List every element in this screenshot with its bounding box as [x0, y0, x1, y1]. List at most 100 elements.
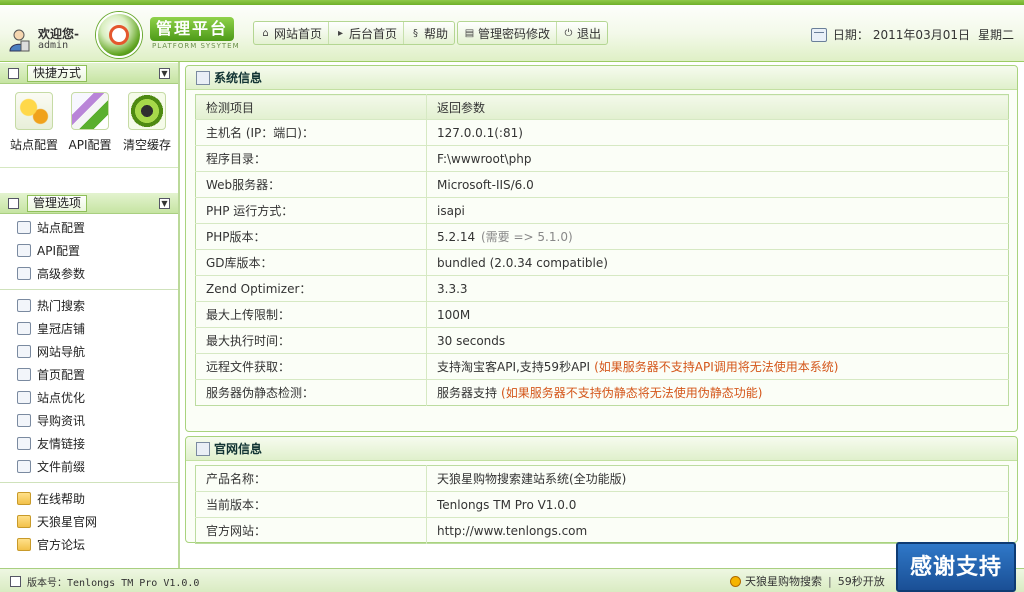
page-icon: [17, 414, 31, 427]
nav-label: 退出: [577, 26, 602, 41]
page-icon: [17, 345, 31, 358]
sidebar-item-seo[interactable]: 站点优化: [0, 386, 178, 409]
item-key: 主机名 (IP：端口)：: [195, 119, 427, 146]
sidebar-item-file-prefix[interactable]: 文件前缀: [0, 455, 178, 478]
sidebar-item-label: 网站导航: [37, 345, 86, 359]
item-value: F:\wwwroot\php: [426, 145, 1009, 172]
page-icon: [17, 391, 31, 404]
sidebar-item-online-help[interactable]: 在线帮助: [0, 487, 178, 510]
column-header: 返回参数: [426, 94, 1009, 120]
sidebar-item-advanced-params[interactable]: 高级参数: [0, 262, 178, 285]
sidebar-item-friend-links[interactable]: 友情链接: [0, 432, 178, 455]
item-value: 3.3.3: [426, 275, 1009, 302]
item-value: bundled (2.0.34 compatible): [426, 249, 1009, 276]
user-icon: [9, 29, 30, 52]
manage-options-header[interactable]: 管理选项 ▼: [0, 192, 178, 214]
nav-help-button[interactable]: § 帮助: [404, 22, 454, 44]
smiley-icon: [730, 575, 741, 587]
system-info-header: 系统信息: [186, 66, 1017, 90]
sidebar-item-label: 站点优化: [37, 391, 86, 405]
item-key: 产品名称：: [195, 465, 427, 492]
welcome-block: 欢迎您- admin: [8, 22, 98, 56]
table-row: GD库版本： bundled (2.0.34 compatible): [195, 249, 1009, 276]
shortcut-api-config[interactable]: API配置: [63, 92, 117, 153]
sidebar-item-label: 官方论坛: [37, 538, 86, 552]
sidebar-item-crown-shops[interactable]: 皇冠店铺: [0, 317, 178, 340]
collapse-icon[interactable]: ▼: [159, 198, 170, 209]
shortcuts-header[interactable]: 快捷方式 ▼: [0, 62, 178, 84]
nav-change-password-button[interactable]: ▤ 管理密码修改: [458, 22, 558, 44]
sidebar-item-label: 热门搜索: [37, 299, 86, 313]
footer-brand-link[interactable]: 天狼星购物搜索: [745, 573, 822, 589]
sidebar-item-official-site[interactable]: 天狼星官网: [0, 510, 178, 533]
gears-icon: [15, 92, 53, 130]
collapse-icon[interactable]: ▼: [159, 68, 170, 79]
official-info-table: 产品名称： 天狼星购物搜索建站系统(全功能版) 当前版本： Tenlongs TM …: [195, 465, 1009, 544]
separator: |: [828, 574, 832, 588]
page-icon: [17, 322, 31, 335]
footer-links: 天狼星购物搜索 | 59秒开放: [730, 573, 885, 589]
nav-label: 网站首页: [274, 26, 323, 41]
official-info-title: 官网信息: [214, 442, 263, 456]
official-info-panel: 官网信息 产品名称： 天狼星购物搜索建站系统(全功能版) 当前版本： Tenlong…: [185, 436, 1018, 544]
warning-note: (如果服务器不支持伪静态将无法使用伪静态功能): [501, 386, 763, 400]
shortcut-site-config[interactable]: 站点配置: [7, 92, 61, 153]
sidebar-item-hot-search[interactable]: 热门搜索: [0, 294, 178, 317]
nav-logout-button[interactable]: ⏻ 退出: [557, 22, 607, 44]
sidebar: 快捷方式 ▼ 站点配置 API配置 清空缓存 管理选项 ▼ 站点配置 API配置…: [0, 62, 180, 568]
shortcut-clear-cache[interactable]: 清空缓存: [120, 92, 174, 153]
nav-admin-home-button[interactable]: ▸ 后台首页: [329, 22, 405, 44]
home-icon: ⌂: [262, 27, 269, 39]
column-header: 检测项目: [195, 94, 427, 120]
top-header: 欢迎您- admin 管理平台 PLATFORM SYSYTEM ⌂ 网站首页 …: [0, 0, 1024, 62]
account-nav: ▤ 管理密码修改 ⏻ 退出: [457, 21, 609, 45]
nav-site-home-button[interactable]: ⌂ 网站首页: [254, 22, 330, 44]
shortcuts-title: 快捷方式: [27, 64, 88, 82]
sidebar-group-config: 站点配置 API配置 高级参数: [0, 214, 178, 290]
date-display: 日期： 2011年03月01日 星期二: [810, 26, 1014, 43]
item-value: isapi: [426, 197, 1009, 224]
header-accent-line: [0, 0, 1024, 5]
page-icon: [17, 437, 31, 450]
sidebar-group-content: 热门搜索 皇冠店铺 网站导航 首页配置 站点优化 导购资讯 友情链接 文件前缀: [0, 290, 178, 483]
item-key: GD库版本：: [195, 249, 427, 276]
sidebar-item-label: 文件前缀: [37, 460, 86, 474]
item-value: 5.2.14: [437, 230, 476, 244]
sidebar-item-home-config[interactable]: 首页配置: [0, 363, 178, 386]
item-value-cell: 支持淘宝客API,支持59秒API (如果服务器不支持API调用将无法使用本系统): [426, 353, 1009, 380]
main-content: 系统信息 检测项目 返回参数 主机名 (IP：端口)： 127.0.0.1(:81…: [182, 62, 1024, 568]
official-site-link[interactable]: http://www.tenlongs.com: [427, 518, 1009, 544]
sidebar-group-links: 在线帮助 天狼星官网 官方论坛: [0, 483, 178, 560]
item-value: 127.0.0.1(:81): [426, 119, 1009, 146]
logo-subtitle: PLATFORM SYSYTEM: [152, 42, 240, 50]
item-key: Zend Optimizer：: [195, 275, 427, 302]
table-row: 产品名称： 天狼星购物搜索建站系统(全功能版): [195, 465, 1009, 492]
thanks-badge[interactable]: 感谢支持: [896, 542, 1016, 592]
item-value: Microsoft-IIS/6.0: [426, 171, 1009, 198]
power-icon: ⏻: [564, 27, 573, 39]
table-header-row: 检测项目 返回参数: [195, 94, 1009, 120]
date-label: 日期：: [832, 28, 869, 42]
system-info-panel: 系统信息 检测项目 返回参数 主机名 (IP：端口)： 127.0.0.1(:81…: [185, 65, 1018, 432]
sidebar-item-site-config[interactable]: 站点配置: [0, 216, 178, 239]
page-icon: [17, 221, 31, 234]
item-key: PHP 运行方式：: [195, 197, 427, 224]
item-value: 天狼星购物搜索建站系统(全功能版): [426, 465, 1009, 492]
page-icon: [17, 244, 31, 257]
sidebar-item-forum[interactable]: 官方论坛: [0, 533, 178, 556]
item-key: 最大上传限制：: [195, 301, 427, 328]
sidebar-item-shopping-news[interactable]: 导购资讯: [0, 409, 178, 432]
table-row: PHP版本： 5.2.14 (需要 => 5.1.0): [195, 223, 1009, 250]
table-row: 远程文件获取： 支持淘宝客API,支持59秒API (如果服务器不支持API调用将无…: [195, 353, 1009, 380]
folder-icon: [17, 515, 31, 528]
api-icon: [71, 92, 109, 130]
nav-label: 管理密码修改: [478, 26, 551, 41]
item-key: 当前版本：: [195, 491, 427, 518]
nav-label: 后台首页: [349, 26, 398, 41]
table-row: Zend Optimizer： 3.3.3: [195, 275, 1009, 302]
sidebar-item-api-config[interactable]: API配置: [0, 239, 178, 262]
footer-bar: 版本号：Tenlongs TM Pro V1.0.0 天狼星购物搜索 | 59秒…: [0, 568, 1024, 592]
logo-title: 管理平台: [150, 17, 234, 41]
table-row: Web服务器： Microsoft-IIS/6.0: [195, 171, 1009, 198]
sidebar-item-site-nav[interactable]: 网站导航: [0, 340, 178, 363]
